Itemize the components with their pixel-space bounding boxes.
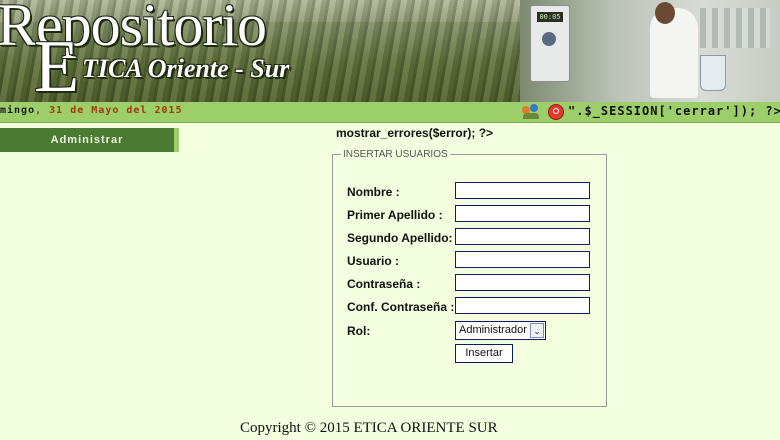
nombre-label: Nombre : — [347, 185, 400, 199]
device-knob — [542, 32, 556, 46]
date-bar: mingo, 31 de Mayo del 2015 ".$_SESSION['… — [0, 102, 780, 123]
conf-contrasena-input[interactable] — [455, 297, 590, 314]
logo-letter-e: E — [34, 26, 80, 102]
usuario-input[interactable] — [455, 251, 590, 268]
bar-icons — [522, 104, 564, 120]
banner-shelf — [700, 8, 770, 48]
rol-select-value: Administrador — [459, 324, 527, 336]
logo-subtitle: TICA Oriente - Sur — [82, 54, 290, 83]
primer-apellido-input[interactable] — [455, 205, 590, 222]
banner-device: 00:05 — [530, 5, 570, 82]
segundo-apellido-input[interactable] — [455, 228, 590, 245]
contrasena-input[interactable] — [455, 274, 590, 291]
form-legend: INSERTAR USUARIOS — [343, 149, 448, 160]
footer-copyright: Copyright © 2015 ETICA ORIENTE SUR — [240, 420, 498, 436]
primer-apellido-label: Primer Apellido : — [347, 208, 443, 222]
chevron-down-icon[interactable]: ⌄ — [530, 323, 544, 338]
rol-label: Rol: — [347, 324, 371, 338]
usuario-label: Usuario : — [347, 254, 400, 268]
rol-select[interactable]: Administrador ⌄ — [455, 321, 546, 340]
current-date: mingo, 31 de Mayo del 2015 — [0, 105, 183, 116]
banner-person — [650, 8, 698, 98]
contrasena-label: Contraseña : — [347, 277, 421, 291]
header-banner: 00:05 Repositorio E TICA Oriente - Sur — [0, 0, 780, 102]
banner-person-head — [655, 2, 675, 24]
nombre-input[interactable] — [455, 182, 590, 199]
sidebar-item-administrar[interactable]: Administrar — [0, 128, 179, 152]
date-rest: , 31 de Mayo del 2015 — [35, 105, 183, 116]
insertar-button[interactable]: Insertar — [455, 344, 513, 363]
banner-beaker — [700, 55, 726, 91]
segundo-apellido-label: Segundo Apellido: — [347, 231, 453, 245]
date-day: mingo — [0, 105, 36, 116]
insert-users-form: INSERTAR USUARIOS Nombre : Primer Apelli… — [332, 149, 607, 407]
power-icon[interactable] — [548, 104, 564, 120]
device-display: 00:05 — [537, 12, 563, 22]
errors-text: mostrar_errores($error); ?> — [336, 126, 494, 140]
session-logout-text[interactable]: ".$_SESSION['cerrar']); ?> — [568, 104, 780, 118]
conf-contrasena-label: Conf. Contraseña : — [347, 300, 455, 314]
users-icon[interactable] — [522, 104, 540, 120]
